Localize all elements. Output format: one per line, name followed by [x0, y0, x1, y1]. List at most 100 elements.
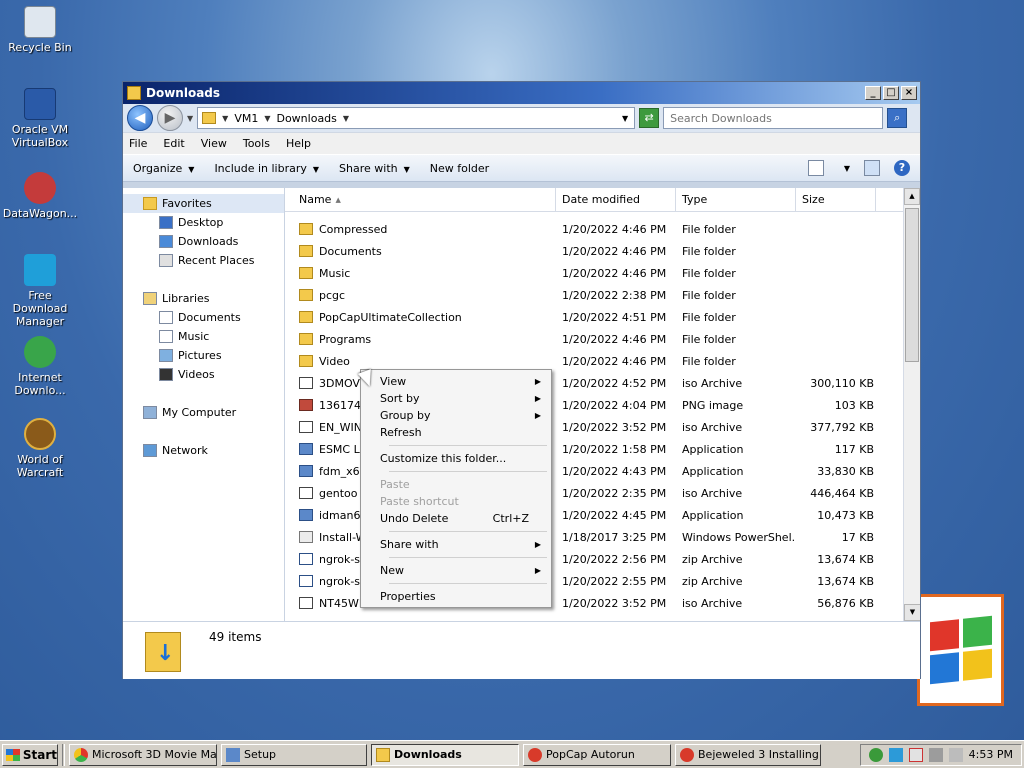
- scroll-down-icon[interactable]: ▼: [904, 604, 920, 621]
- include-in-library-button[interactable]: Include in library ▼: [214, 162, 319, 175]
- app-file-icon: [299, 509, 313, 521]
- address-dropdown-icon[interactable]: ▼: [622, 114, 628, 123]
- desktop-icon-world-of-warcraft[interactable]: World of Warcraft: [0, 418, 80, 479]
- new-folder-button[interactable]: New folder: [430, 162, 489, 175]
- menu-separator: [389, 445, 547, 446]
- organize-button[interactable]: Organize ▼: [133, 162, 194, 175]
- recent-pages-dropdown[interactable]: ▼: [187, 114, 193, 123]
- nav-downloads[interactable]: Downloads: [123, 232, 284, 251]
- popcap-icon: [528, 747, 542, 762]
- ctx-properties[interactable]: Properties: [363, 588, 549, 605]
- preview-pane-icon[interactable]: [864, 160, 880, 176]
- scroll-thumb[interactable]: [905, 208, 919, 362]
- file-row[interactable]: PopCapUltimateCollection 1/20/2022 4:51 P…: [285, 306, 920, 328]
- nav-libraries[interactable]: Libraries: [123, 289, 284, 308]
- sync-tray-icon[interactable]: [888, 747, 903, 762]
- nav-recent-places[interactable]: Recent Places: [123, 251, 284, 270]
- device-tray-icon[interactable]: [928, 747, 943, 762]
- security-tray-icon[interactable]: [908, 747, 923, 762]
- share-with-button[interactable]: Share with ▼: [339, 162, 410, 175]
- menu-separator: [389, 471, 547, 472]
- menu-view[interactable]: View: [201, 137, 227, 150]
- nav-favorites[interactable]: Favorites: [123, 194, 284, 213]
- ctx-share-with[interactable]: Share with ▶: [363, 536, 549, 553]
- chevron-down-icon[interactable]: ▼: [264, 114, 270, 123]
- ctx-customize-folder[interactable]: Customize this folder...: [363, 450, 549, 467]
- task-downloads[interactable]: Downloads: [371, 743, 519, 766]
- menu-separator: [389, 583, 547, 584]
- help-icon[interactable]: ?: [894, 160, 910, 176]
- ctx-undo-delete[interactable]: Undo Delete Ctrl+Z: [363, 510, 549, 527]
- menu-file[interactable]: File: [129, 137, 147, 150]
- desktop-icon-free-download-manager[interactable]: Free Download Manager: [0, 254, 80, 328]
- desktop-icon-recycle-bin[interactable]: Recycle Bin: [0, 6, 80, 54]
- task-popcap-autorun[interactable]: PopCap Autorun: [523, 743, 671, 766]
- nav-music[interactable]: Music: [123, 327, 284, 346]
- chevron-down-icon[interactable]: ▼: [343, 114, 349, 123]
- file-row[interactable]: Compressed 1/20/2022 4:46 PM File folder: [285, 218, 920, 240]
- chevron-down-icon[interactable]: ▼: [222, 114, 228, 123]
- folder-file-icon: [299, 333, 313, 345]
- app-file-icon: [299, 443, 313, 455]
- zip-file-icon: [299, 553, 313, 565]
- nav-network[interactable]: Network: [123, 441, 284, 460]
- desktop-icon-internet-download-manager[interactable]: Internet Downlo...: [0, 336, 80, 397]
- nav-my-computer[interactable]: My Computer: [123, 403, 284, 422]
- ctx-group-by[interactable]: Group by ▶: [363, 407, 549, 424]
- column-header-date[interactable]: Date modified: [556, 188, 676, 211]
- nav-videos[interactable]: Videos: [123, 365, 284, 384]
- free-download-manager-icon: [24, 254, 56, 286]
- clock[interactable]: 4:53 PM: [969, 748, 1013, 761]
- file-row[interactable]: Documents 1/20/2022 4:46 PM File folder: [285, 240, 920, 262]
- scroll-up-icon[interactable]: ▲: [904, 188, 920, 205]
- menu-help[interactable]: Help: [286, 137, 311, 150]
- menu-tools[interactable]: Tools: [243, 137, 270, 150]
- file-row[interactable]: pcgc 1/20/2022 2:38 PM File folder: [285, 284, 920, 306]
- chevron-down-icon: ▼: [312, 164, 320, 174]
- window-titlebar[interactable]: Downloads _ □ ×: [123, 82, 920, 104]
- nav-label: Documents: [178, 311, 241, 324]
- file-row[interactable]: Music 1/20/2022 4:46 PM File folder: [285, 262, 920, 284]
- search-box[interactable]: [663, 107, 884, 129]
- ctx-refresh[interactable]: Refresh: [363, 424, 549, 441]
- network-tray-icon[interactable]: [868, 747, 883, 762]
- ctx-new[interactable]: New ▶: [363, 562, 549, 579]
- nav-desktop[interactable]: Desktop: [123, 213, 284, 232]
- nav-documents[interactable]: Documents: [123, 308, 284, 327]
- maximize-button[interactable]: □: [883, 86, 899, 100]
- task-3d-movie-maker[interactable]: Microsoft 3D Movie Ma...: [69, 743, 217, 766]
- forward-button[interactable]: ▶: [157, 105, 183, 131]
- breadcrumb-vm1[interactable]: VM1: [234, 112, 258, 125]
- desktop-icon-datawagon[interactable]: DataWagon...: [0, 172, 80, 220]
- search-input[interactable]: [670, 111, 861, 125]
- views-icon[interactable]: [807, 160, 824, 176]
- ctx-view[interactable]: View ▶: [363, 373, 549, 390]
- folder-file-icon: [299, 311, 313, 323]
- address-bar[interactable]: ▼ VM1 ▼ Downloads ▼ ▼: [197, 107, 636, 129]
- refresh-icon[interactable]: ⇄: [639, 108, 660, 128]
- views-dropdown-icon[interactable]: ▼: [844, 164, 850, 173]
- start-button[interactable]: Start: [2, 743, 58, 766]
- nav-pictures[interactable]: Pictures: [123, 346, 284, 365]
- close-button[interactable]: ×: [901, 86, 917, 100]
- file-date: 1/20/2022 2:56 PM: [562, 552, 667, 566]
- ctx-sort-by[interactable]: Sort by ▶: [363, 390, 549, 407]
- back-button[interactable]: ◀: [127, 105, 153, 131]
- column-header-name[interactable]: Name ▲: [285, 188, 556, 211]
- minimize-button[interactable]: _: [865, 86, 881, 100]
- task-bejeweled-installing[interactable]: Bejeweled 3 Installing ...: [675, 743, 821, 766]
- vertical-scrollbar[interactable]: ▲ ▼: [903, 188, 920, 621]
- file-name-cell: pcgc: [285, 289, 556, 302]
- search-icon[interactable]: ⌕: [887, 108, 908, 128]
- column-header-type[interactable]: Type: [676, 188, 796, 211]
- menu-edit[interactable]: Edit: [163, 137, 184, 150]
- volume-icon[interactable]: [948, 747, 963, 762]
- desktop-icon-virtualbox[interactable]: Oracle VM VirtualBox: [0, 88, 80, 149]
- column-header-size[interactable]: Size: [796, 188, 876, 211]
- world-of-warcraft-icon: [24, 418, 56, 450]
- file-row[interactable]: Programs 1/20/2022 4:46 PM File folder: [285, 328, 920, 350]
- task-setup[interactable]: Setup: [221, 743, 367, 766]
- file-type: iso Archive: [682, 376, 743, 390]
- iso-file-icon: [299, 597, 313, 609]
- breadcrumb-downloads[interactable]: Downloads: [276, 112, 336, 125]
